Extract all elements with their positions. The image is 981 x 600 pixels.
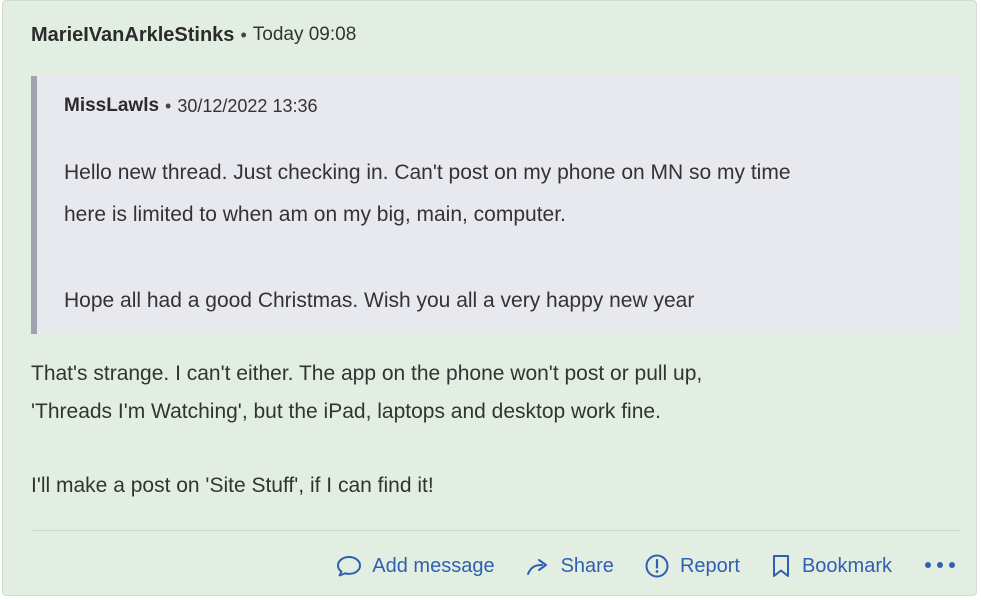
share-arrow-icon — [525, 554, 561, 578]
quote-line: Hope all had a good Christmas. Wish you … — [64, 289, 695, 312]
quote-body: Hello new thread. Just checking in. Can'… — [64, 152, 944, 322]
reply-line: 'Threads I'm Watching', but the iPad, la… — [31, 400, 661, 423]
post-timestamp: Today 09:08 — [252, 24, 357, 45]
add-message-button[interactable]: Add message — [336, 554, 495, 578]
quote-timestamp: 30/12/2022 13:36 — [177, 95, 318, 116]
reply-line: That's strange. I can't either. The app … — [31, 362, 703, 385]
more-options-button[interactable] — [924, 557, 956, 575]
add-message-label: Add message — [372, 554, 495, 577]
actions-divider — [31, 530, 961, 531]
share-label: Share — [560, 554, 614, 577]
quote-header: MissLawls • 30/12/2022 13:36 — [64, 95, 318, 117]
bookmark-label: Bookmark — [801, 554, 892, 577]
report-label: Report — [679, 554, 740, 577]
quote-author[interactable]: MissLawls — [64, 95, 159, 117]
quote-line: here is limited to when am on my big, ma… — [64, 203, 566, 226]
quote-line: Hello new thread. Just checking in. Can'… — [64, 161, 791, 184]
more-dots-icon — [924, 557, 956, 575]
header-separator: • — [240, 24, 247, 45]
post-card: MarieIVanArkleStinks • Today 09:08 MissL… — [2, 0, 977, 596]
post-actions: Add message Share Report Bookmark — [336, 547, 956, 585]
bookmark-icon — [770, 553, 802, 579]
reply-line: I'll make a post on 'Site Stuff', if I c… — [31, 474, 434, 497]
quote-separator: • — [165, 95, 172, 116]
post-header: MarieIVanArkleStinks • Today 09:08 — [31, 21, 356, 49]
post-author[interactable]: MarieIVanArkleStinks — [31, 24, 234, 47]
report-button[interactable]: Report — [644, 553, 740, 579]
quoted-message: MissLawls • 30/12/2022 13:36 Hello new t… — [31, 76, 959, 334]
bookmark-button[interactable]: Bookmark — [770, 553, 892, 579]
exclamation-circle-icon — [644, 553, 680, 579]
reply-body: That's strange. I can't either. The app … — [31, 355, 961, 505]
share-button[interactable]: Share — [525, 554, 614, 578]
speech-bubble-icon — [336, 554, 372, 578]
